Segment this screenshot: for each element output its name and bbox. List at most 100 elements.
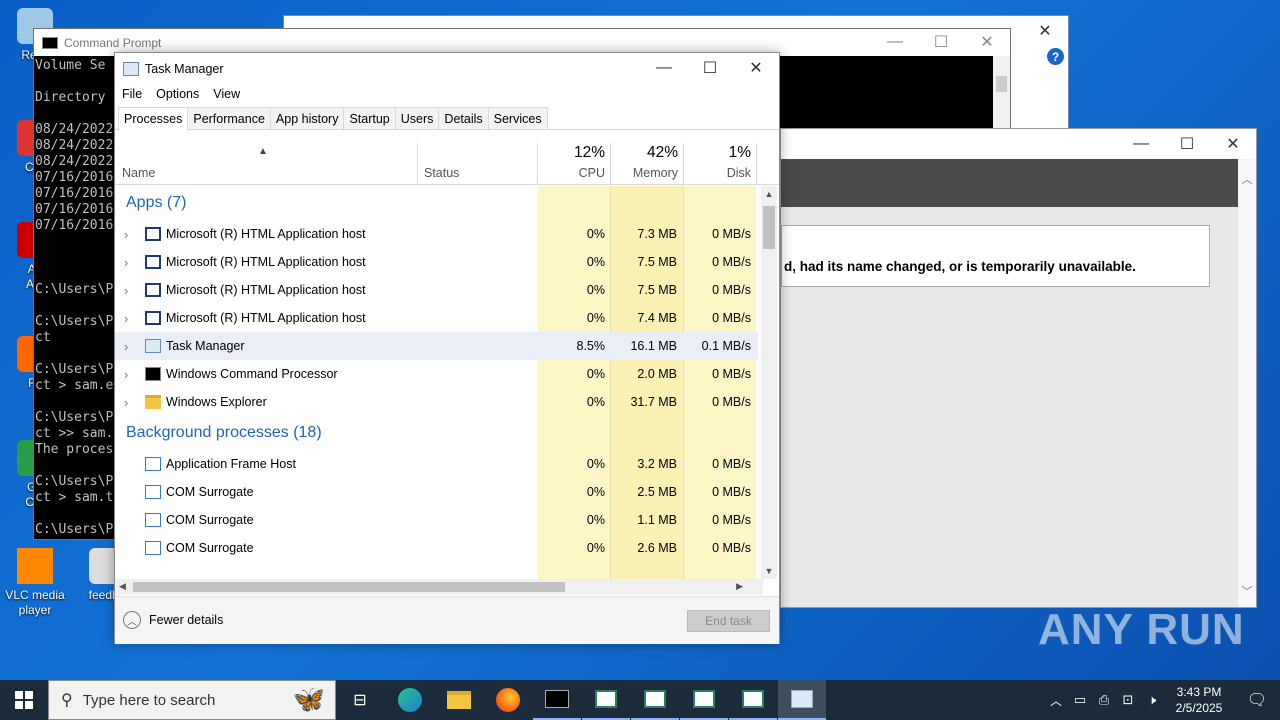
minimize-icon[interactable]: — (1118, 129, 1164, 159)
memory-value: 31.7 MB (630, 395, 677, 409)
taskbar-search[interactable]: ⚲ Type here to search 🦋 (48, 680, 336, 720)
chevron-up-icon[interactable]: ︿ (1238, 171, 1256, 187)
menu-options[interactable]: Options (156, 87, 199, 101)
chevron-down-icon[interactable]: ﹀ (1238, 583, 1256, 599)
memory-value: 2.5 MB (637, 485, 677, 499)
table-row[interactable]: › Windows Command Processor 0% 2.0 MB 0 MB/s (115, 360, 758, 388)
column-header: ▲ Name Status 12% CPU 42% Memory 1% Disk (115, 143, 779, 185)
notifications-icon[interactable]: 🗨 (1234, 690, 1280, 710)
tab-services[interactable]: Services (487, 107, 548, 129)
start-button[interactable] (0, 680, 48, 720)
chevron-right-icon[interactable]: › (124, 227, 128, 242)
tab-performance[interactable]: Performance (187, 107, 271, 129)
maximize-icon[interactable]: ☐ (918, 27, 964, 57)
firefox-button[interactable] (484, 680, 532, 720)
table-row[interactable]: › Microsoft (R) HTML Application host 0% 7.… (115, 304, 758, 332)
chevron-right-icon[interactable]: › (124, 255, 128, 270)
close-icon[interactable]: ✕ (733, 53, 779, 83)
volume-icon[interactable]: 🕨 (1140, 692, 1164, 708)
taskbar: ⚲ Type here to search 🦋 ⊟ ︿ ▭ ⎙ ⊡ 🕨 3:43… (0, 680, 1280, 720)
browser-window[interactable]: — ☐ ✕ d, had its name changed, or is tem… (780, 128, 1257, 608)
edge-button[interactable] (386, 680, 434, 720)
close-icon[interactable]: ✕ (1210, 129, 1256, 159)
menu-view[interactable]: View (213, 87, 240, 101)
menu-file[interactable]: File (122, 87, 142, 101)
hta-taskbar-button-4[interactable] (729, 680, 777, 720)
tablet-icon[interactable]: ▭ (1068, 692, 1092, 708)
hta-taskbar-button-3[interactable] (680, 680, 728, 720)
tab-users[interactable]: Users (394, 107, 440, 129)
group-header[interactable]: Apps (7) (115, 186, 758, 220)
scroll-up-icon[interactable]: ▲ (761, 189, 777, 199)
chevron-right-icon[interactable]: › (124, 395, 128, 410)
group-header[interactable]: Background processes (18) (115, 416, 758, 450)
cpu-value: 0% (586, 485, 605, 499)
tab-startup[interactable]: Startup (343, 107, 396, 129)
table-row[interactable]: Application Frame Host 0% 3.2 MB 0 MB/s (115, 450, 758, 478)
task-manager-window[interactable]: Task Manager — ☐ ✕ File Options View Pro… (114, 52, 780, 644)
cpu-total[interactable]: 12% (574, 144, 605, 162)
process-name: Windows Command Processor (166, 367, 338, 381)
minimize-icon[interactable]: — (641, 53, 687, 83)
minimize-icon[interactable]: — (872, 27, 918, 57)
cmd-scroll-thumb[interactable] (996, 76, 1007, 92)
task-manager-icon (791, 690, 813, 708)
column-disk[interactable]: Disk (727, 166, 751, 180)
tab-details[interactable]: Details (438, 107, 489, 129)
table-row[interactable]: › Microsoft (R) HTML Application host 0% 7.… (115, 220, 758, 248)
table-row[interactable]: › Task Manager 8.5% 16.1 MB 0.1 MB/s (115, 332, 758, 360)
task-manager-taskbar-button[interactable] (778, 680, 826, 720)
chevron-up-icon[interactable]: ︿ (1044, 692, 1068, 709)
desktop-icon-5[interactable]: VLC media player (0, 548, 70, 618)
end-task-button[interactable]: End task (687, 610, 770, 632)
column-memory[interactable]: Memory (633, 166, 678, 180)
memory-value: 7.5 MB (637, 283, 677, 297)
close-icon[interactable]: ✕ (1022, 16, 1068, 46)
table-row[interactable]: COM Surrogate 0% 1.1 MB 0 MB/s (115, 506, 758, 534)
maximize-icon[interactable]: ☐ (687, 53, 733, 83)
scroll-right-icon[interactable]: ▶ (736, 581, 743, 592)
chevron-right-icon[interactable]: › (124, 339, 128, 354)
network-icon[interactable]: ⊡ (1116, 692, 1140, 708)
cmd-icon (545, 690, 569, 708)
table-row[interactable]: › Microsoft (R) HTML Application host 0% 7.… (115, 276, 758, 304)
task-view-button[interactable]: ⊟ (336, 680, 384, 720)
column-name[interactable]: Name (122, 166, 155, 180)
table-row[interactable]: COM Surrogate 0% 2.5 MB 0 MB/s (115, 478, 758, 506)
tab-app-history[interactable]: App history (269, 107, 345, 129)
browser-scrollbar[interactable]: ︿ ﹀ (1238, 159, 1256, 607)
cmd-taskbar-button[interactable] (533, 680, 581, 720)
horizontal-scrollbar[interactable]: ◀ ▶ (115, 579, 763, 595)
clock[interactable]: 3:43 PM 2/5/2025 (1164, 684, 1234, 716)
table-row[interactable]: COM Surrogate 0% 2.6 MB 0 MB/s (115, 534, 758, 562)
column-status[interactable]: Status (424, 166, 459, 180)
fewer-details-button[interactable]: ︿ Fewer details (123, 611, 223, 629)
column-cpu[interactable]: CPU (579, 166, 605, 180)
memory-total[interactable]: 42% (647, 144, 678, 162)
file-explorer-button[interactable] (435, 680, 483, 720)
tab-processes[interactable]: Processes (118, 107, 189, 131)
butterfly-icon: 🦋 (292, 684, 325, 714)
task-manager-titlebar[interactable]: Task Manager — ☐ ✕ (115, 53, 779, 85)
scroll-down-icon[interactable]: ▼ (761, 566, 777, 576)
app-icon (145, 541, 161, 555)
help-icon[interactable]: ? (1047, 48, 1064, 65)
hardware-icon[interactable]: ⎙ (1092, 692, 1116, 708)
close-icon[interactable]: ✕ (964, 27, 1010, 57)
horizontal-scroll-thumb[interactable] (133, 582, 565, 592)
maximize-icon[interactable]: ☐ (1164, 129, 1210, 159)
table-row[interactable]: › Windows Explorer 0% 31.7 MB 0 MB/s (115, 388, 758, 416)
hta-taskbar-button-1[interactable] (582, 680, 630, 720)
scroll-left-icon[interactable]: ◀ (119, 581, 126, 592)
hta-taskbar-button-2[interactable] (631, 680, 679, 720)
chevron-right-icon[interactable]: › (124, 367, 128, 382)
table-row[interactable]: › Microsoft (R) HTML Application host 0% 7.… (115, 248, 758, 276)
scroll-thumb[interactable] (763, 206, 775, 249)
process-list-scrollbar[interactable]: ▲ ▼ (761, 186, 777, 579)
task-manager-icon (123, 62, 139, 76)
disk-value: 0 MB/s (712, 311, 751, 325)
cpu-value: 0% (586, 311, 605, 325)
chevron-right-icon[interactable]: › (124, 311, 128, 326)
disk-total[interactable]: 1% (729, 144, 751, 162)
chevron-right-icon[interactable]: › (124, 283, 128, 298)
